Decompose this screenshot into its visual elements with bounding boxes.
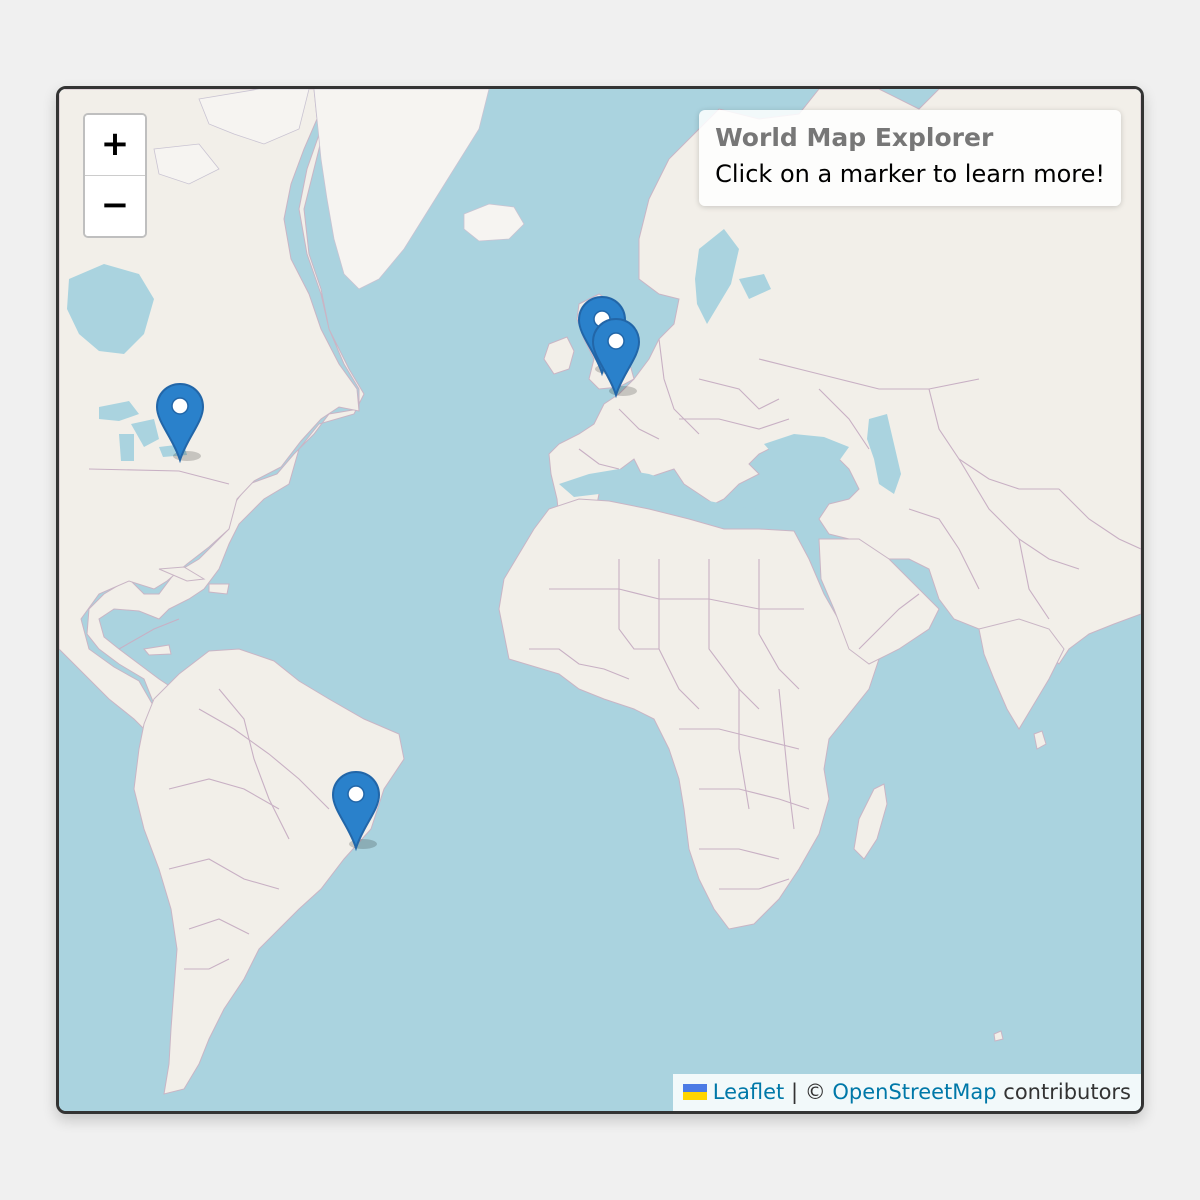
info-title: World Map Explorer (715, 123, 994, 152)
zoom-out-button[interactable]: − (85, 175, 145, 236)
zoom-control: + − (83, 113, 147, 238)
marker-rio-de-janeiro[interactable] (331, 770, 381, 852)
map-tiles[interactable] (59, 89, 1141, 1111)
map-pin-icon (155, 382, 205, 464)
map-pin-icon (331, 770, 381, 852)
map-container[interactable]: + − World Map Explorer Click on a marker… (56, 86, 1144, 1114)
marker-paris[interactable] (591, 317, 641, 399)
marker-new-york[interactable] (155, 382, 205, 464)
attribution-suffix: contributors (996, 1080, 1131, 1104)
map-pin-icon (591, 317, 641, 399)
openstreetmap-link[interactable]: OpenStreetMap (832, 1080, 996, 1104)
info-panel: World Map Explorer Click on a marker to … (699, 110, 1121, 206)
attribution: Leaflet | © OpenStreetMap contributors (672, 1074, 1141, 1111)
leaflet-link[interactable]: Leaflet (713, 1080, 785, 1104)
ukraine-flag-icon (682, 1084, 707, 1100)
zoom-in-button[interactable]: + (85, 115, 145, 175)
attribution-separator: | © (784, 1080, 833, 1104)
info-text: Click on a marker to learn more! (715, 160, 1105, 188)
